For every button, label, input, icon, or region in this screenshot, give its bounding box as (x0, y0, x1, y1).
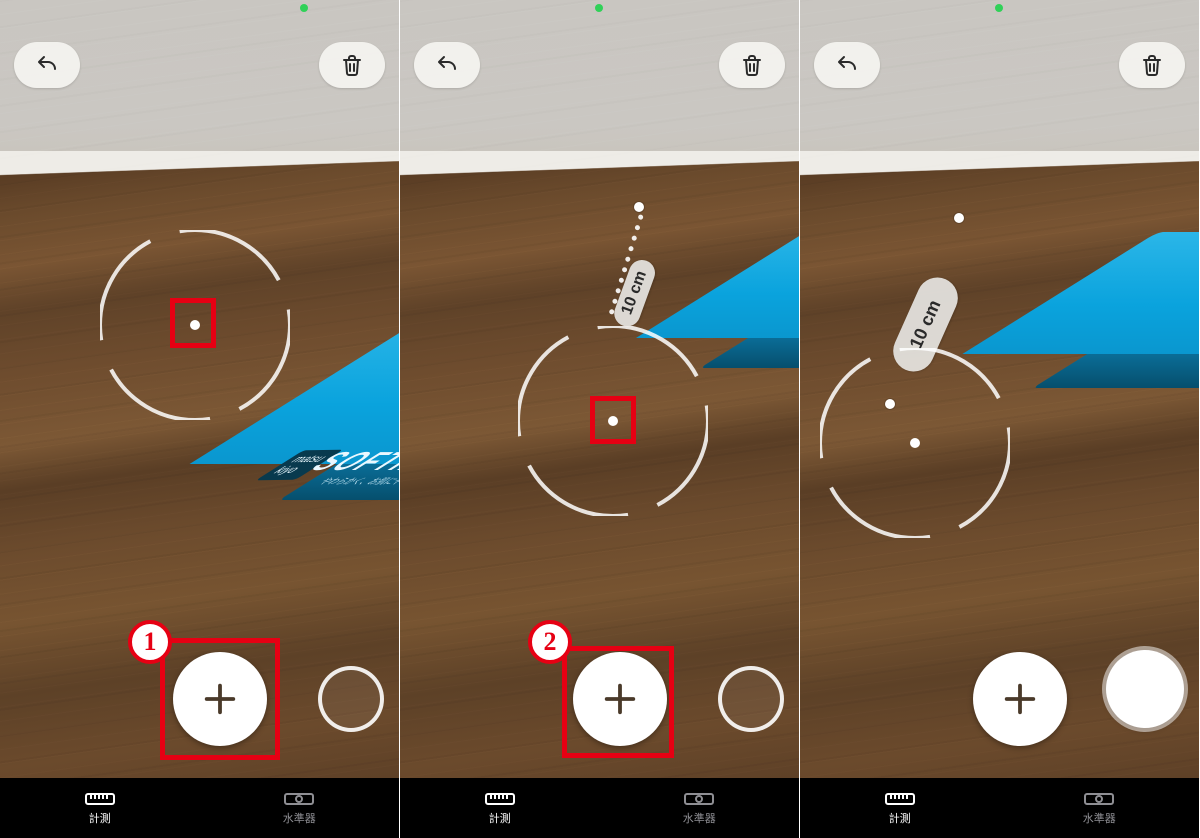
tab-level[interactable]: 水準器 (200, 778, 400, 838)
recording-indicator-dot (995, 4, 1003, 12)
tab-measure-label: 計測 (489, 810, 511, 826)
measure-endpoint-a (634, 202, 644, 212)
tab-level-label: 水準器 (1083, 810, 1116, 826)
tab-level-label: 水準器 (683, 810, 716, 826)
measure-endpoint-b (885, 399, 895, 409)
measure-endpoint-a (954, 213, 964, 223)
annotation-step-number: 2 (528, 620, 572, 664)
add-point-button[interactable] (973, 652, 1067, 746)
tab-level[interactable]: 水準器 (600, 778, 800, 838)
trash-icon (1140, 53, 1164, 77)
ruler-icon (85, 791, 115, 807)
screenshot-2: 10 cm 2 計測 水準器 (400, 0, 800, 838)
level-icon (284, 791, 314, 807)
undo-icon (435, 53, 459, 77)
annotation-highlight-center (590, 396, 636, 444)
tab-bar: 計測 水準器 (400, 778, 799, 838)
tab-measure[interactable]: 計測 (800, 778, 1000, 838)
recording-indicator-dot (595, 4, 603, 12)
annotation-highlight-add (562, 646, 674, 758)
annotation-highlight-add (160, 638, 280, 760)
undo-button[interactable] (814, 42, 880, 88)
trash-icon (740, 53, 764, 77)
level-icon (684, 791, 714, 807)
clear-button[interactable] (719, 42, 785, 88)
clear-button[interactable] (319, 42, 385, 88)
box-sub-text: やわらかく、お肌にやさしい (313, 476, 400, 487)
annotation-highlight-center (170, 298, 216, 348)
annotation-step-number: 1 (128, 620, 172, 664)
screenshot-1: matsu kiyo SOFTIM やわらかく、お肌にやさしい 1 計測 水準器 (0, 0, 400, 838)
tab-bar: 計測 水準器 (800, 778, 1199, 838)
capture-button[interactable] (318, 666, 384, 732)
tab-measure-label: 計測 (889, 810, 911, 826)
recording-indicator-dot (300, 4, 308, 12)
tab-measure-label: 計測 (89, 810, 111, 826)
ruler-icon (885, 791, 915, 807)
level-icon (1084, 791, 1114, 807)
tab-level[interactable]: 水準器 (1000, 778, 1200, 838)
undo-icon (835, 53, 859, 77)
ruler-icon (485, 791, 515, 807)
tab-measure[interactable]: 計測 (400, 778, 600, 838)
tab-measure[interactable]: 計測 (0, 778, 200, 838)
undo-button[interactable] (414, 42, 480, 88)
tab-level-label: 水準器 (283, 810, 316, 826)
plus-icon (1001, 680, 1039, 718)
tab-bar: 計測 水準器 (0, 778, 399, 838)
screenshot-3: 10 cm 計測 水準器 (800, 0, 1200, 838)
undo-button[interactable] (14, 42, 80, 88)
capture-button[interactable] (1106, 650, 1184, 728)
undo-icon (35, 53, 59, 77)
clear-button[interactable] (1119, 42, 1185, 88)
capture-button[interactable] (718, 666, 784, 732)
trash-icon (340, 53, 364, 77)
